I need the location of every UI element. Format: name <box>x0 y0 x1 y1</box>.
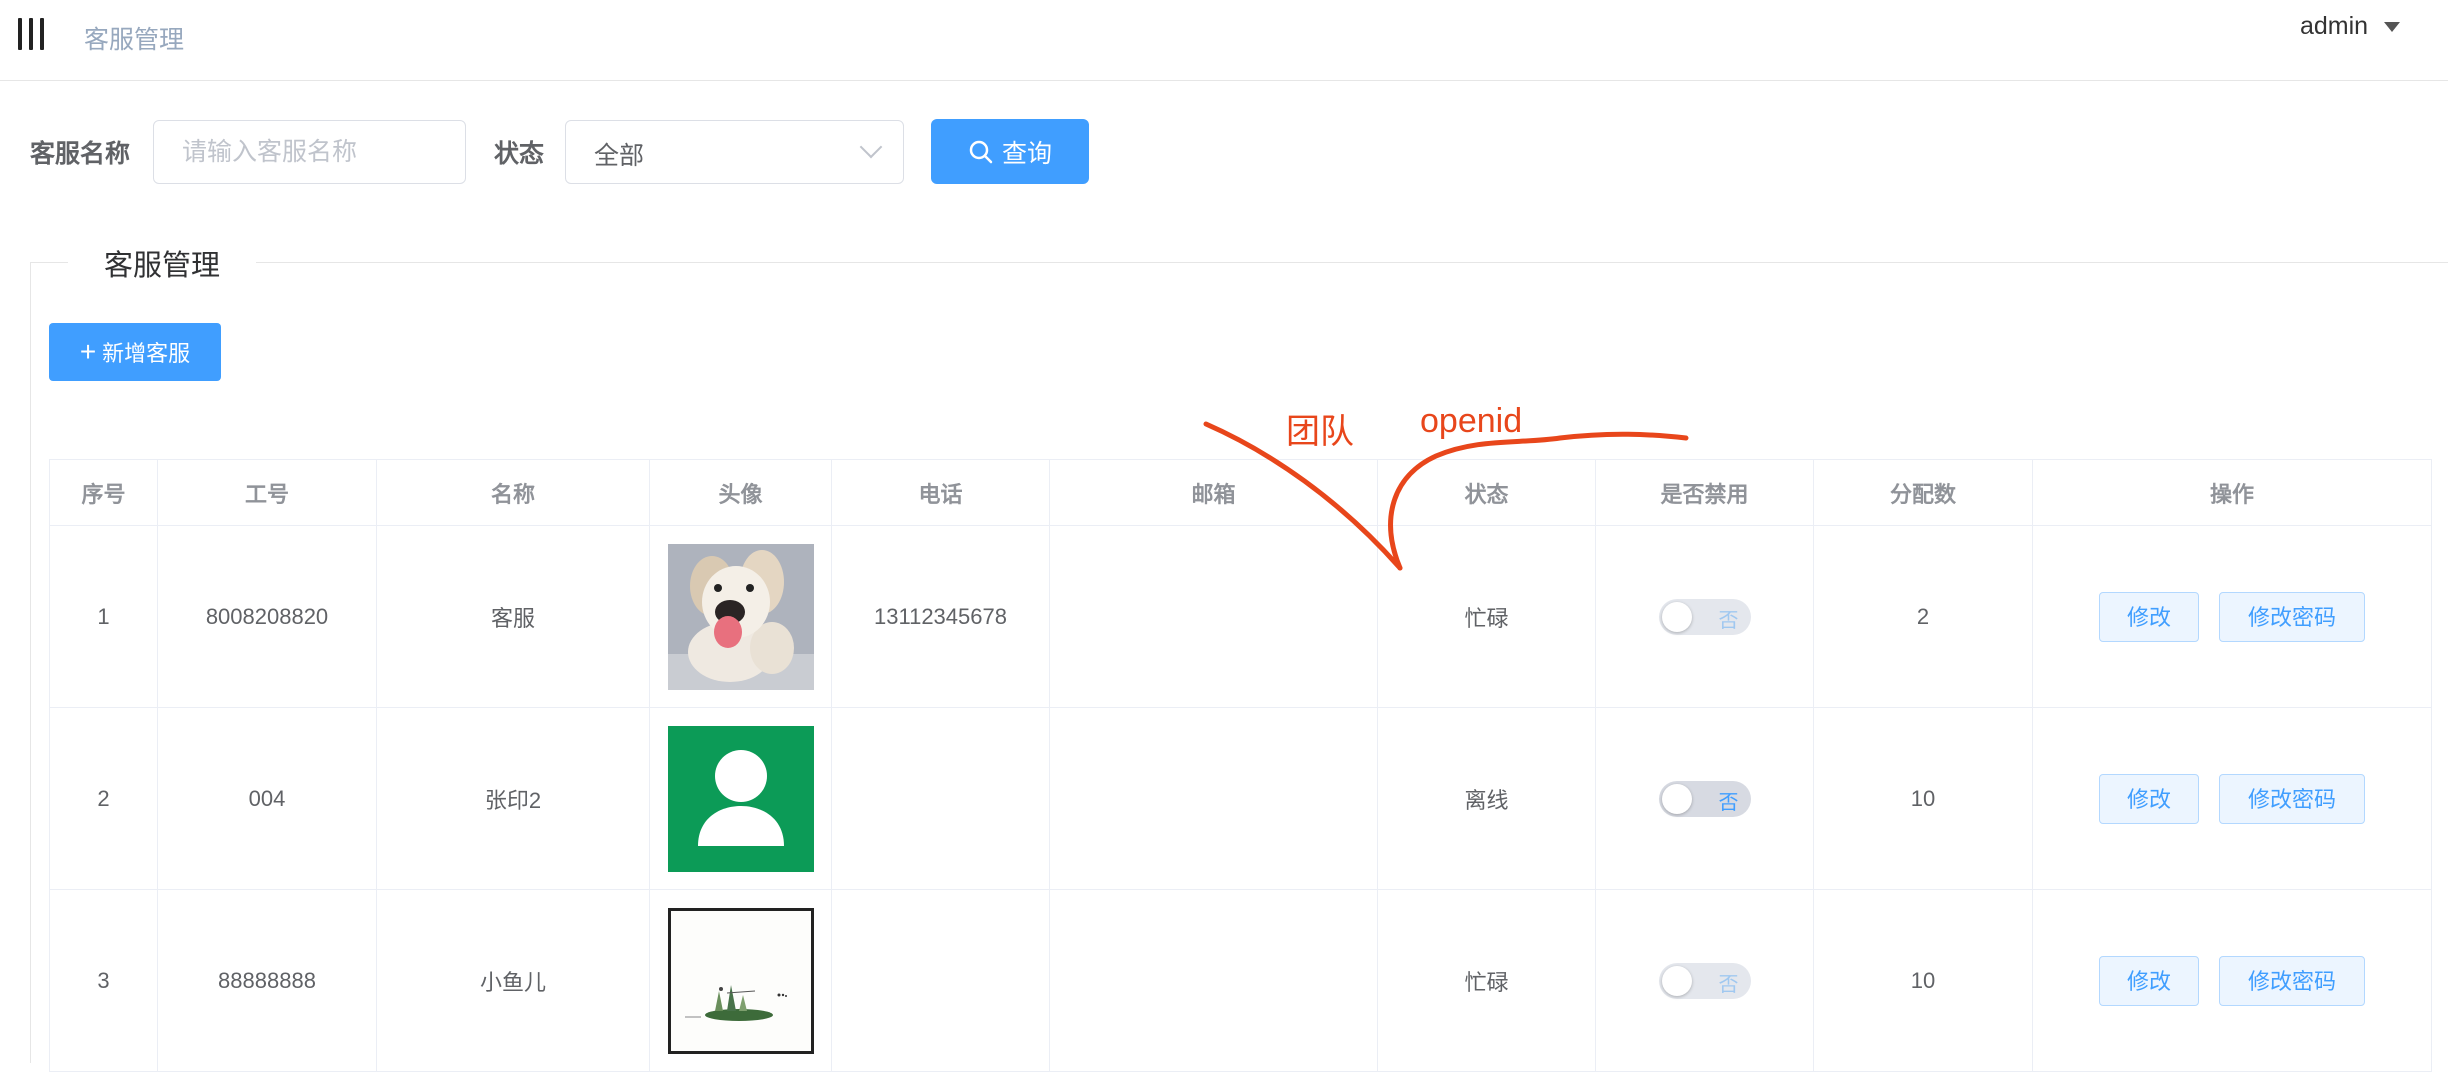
name-search-input[interactable] <box>154 121 465 183</box>
avatar-puppy-image <box>667 543 814 690</box>
cell-email <box>1049 889 1378 1072</box>
cell-actions: 修改 修改密码 <box>2032 525 2432 708</box>
cell-phone: 13112345678 <box>831 525 1050 708</box>
annotation-team-text: 团队 <box>1286 413 1354 451</box>
status-label: 状态 <box>494 140 545 168</box>
edit-button[interactable]: 修改 <box>2099 955 2199 1006</box>
cell-status: 离线 <box>1377 707 1596 890</box>
column-header-avatar: 头像 <box>649 459 832 526</box>
search-icon <box>969 140 993 163</box>
cell-index: 3 <box>49 889 158 1072</box>
column-header-status: 状态 <box>1377 459 1596 526</box>
plus-icon: + <box>79 336 97 367</box>
cell-name: 张印2 <box>376 707 650 890</box>
table-row: 3 88888888 小鱼儿 忙碌 否 10 修改 修改密码 <box>49 889 2432 1072</box>
cell-avatar <box>649 525 832 708</box>
cell-name: 客服 <box>376 525 650 708</box>
cell-status: 忙碌 <box>1377 525 1596 708</box>
name-label: 客服名称 <box>30 140 131 168</box>
column-header-index: 序号 <box>49 459 158 526</box>
column-header-actions: 操作 <box>2032 459 2432 526</box>
chevron-down-icon <box>859 135 883 159</box>
edit-button[interactable]: 修改 <box>2099 591 2199 642</box>
column-header-email: 邮箱 <box>1049 459 1378 526</box>
cell-disabled: 否 <box>1595 707 1814 890</box>
toggle-label: 否 <box>1718 609 1739 632</box>
column-header-disabled: 是否禁用 <box>1595 459 1814 526</box>
status-select[interactable]: 全部 <box>565 120 904 184</box>
cell-disabled: 否 <box>1595 889 1814 1072</box>
avatar-ink-painting-image <box>667 907 814 1054</box>
cell-phone <box>831 707 1050 890</box>
status-select-value: 全部 <box>594 142 645 170</box>
cell-assigned: 10 <box>1813 707 2033 890</box>
breadcrumb[interactable]: 客服管理 <box>84 20 184 56</box>
annotation-openid-text: openid <box>1420 402 1523 440</box>
column-header-job-no: 工号 <box>157 459 377 526</box>
toggle-knob <box>1661 783 1692 814</box>
cell-status: 忙碌 <box>1377 889 1596 1072</box>
column-header-phone: 电话 <box>831 459 1050 526</box>
cell-email <box>1049 707 1378 890</box>
column-header-assigned: 分配数 <box>1813 459 2033 526</box>
change-password-button[interactable]: 修改密码 <box>2219 773 2365 824</box>
cell-name: 小鱼儿 <box>376 889 650 1072</box>
toggle-label: 否 <box>1718 791 1739 814</box>
panel-title: 客服管理 <box>68 242 257 284</box>
column-header-name: 名称 <box>376 459 650 526</box>
cell-job-no: 8008208820 <box>157 525 377 708</box>
cell-avatar <box>649 707 832 890</box>
disable-toggle[interactable]: 否 <box>1658 962 1751 999</box>
query-button-label: 查询 <box>1001 139 1052 168</box>
cell-actions: 修改 修改密码 <box>2032 889 2432 1072</box>
cell-index: 2 <box>49 707 158 890</box>
cell-assigned: 2 <box>1813 525 2033 708</box>
table-header-row: 序号 工号 名称 头像 电话 邮箱 状态 是否禁用 分配数 操作 <box>49 459 2432 526</box>
cell-actions: 修改 修改密码 <box>2032 707 2432 890</box>
edit-button[interactable]: 修改 <box>2099 773 2199 824</box>
add-customer-service-button[interactable]: + 新增客服 <box>49 323 221 381</box>
disable-toggle[interactable]: 否 <box>1658 780 1751 817</box>
cell-index: 1 <box>49 525 158 708</box>
table-row: 1 8008208820 客服 13112345678 忙碌 否 2 修改 修改… <box>49 525 2432 708</box>
cell-assigned: 10 <box>1813 889 2033 1072</box>
hamburger-menu-icon[interactable] <box>16 18 46 50</box>
customer-service-table: 序号 工号 名称 头像 电话 邮箱 状态 是否禁用 分配数 操作 1 80082… <box>49 459 2432 1072</box>
toggle-knob <box>1661 601 1692 632</box>
caret-down-icon[interactable] <box>2384 22 2400 32</box>
avatar-default-user-icon <box>667 725 814 872</box>
change-password-button[interactable]: 修改密码 <box>2219 955 2365 1006</box>
top-bar: 客服管理 admin <box>0 0 2448 81</box>
add-button-label: 新增客服 <box>102 341 191 366</box>
cell-job-no: 88888888 <box>157 889 377 1072</box>
cell-job-no: 004 <box>157 707 377 890</box>
query-button[interactable]: 查询 <box>931 119 1089 184</box>
name-search-field <box>153 120 466 184</box>
cell-disabled: 否 <box>1595 525 1814 708</box>
cell-avatar <box>649 889 832 1072</box>
user-menu[interactable]: admin <box>2300 12 2368 41</box>
change-password-button[interactable]: 修改密码 <box>2219 591 2365 642</box>
toggle-knob <box>1661 965 1692 996</box>
disable-toggle[interactable]: 否 <box>1658 598 1751 635</box>
table-row: 2 004 张印2 离线 否 10 修改 修改密码 <box>49 707 2432 890</box>
toggle-label: 否 <box>1718 973 1739 996</box>
cell-email <box>1049 525 1378 708</box>
cell-phone <box>831 889 1050 1072</box>
